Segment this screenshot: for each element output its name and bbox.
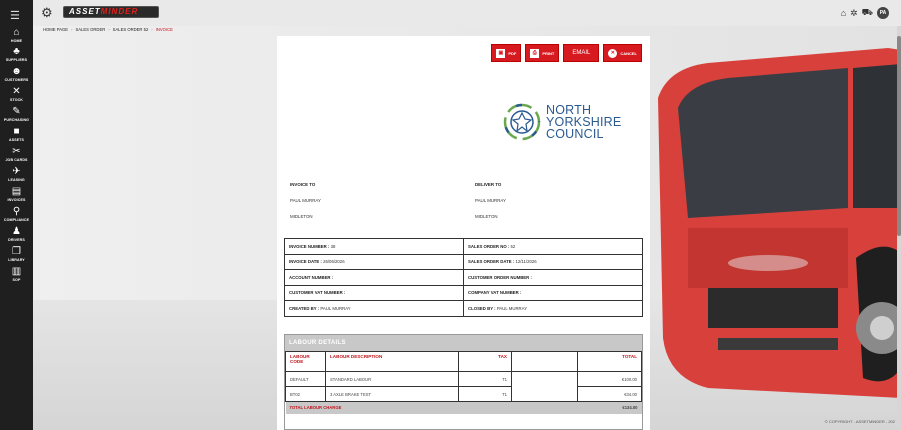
sop-icon: ▥: [11, 266, 22, 277]
sidebar-item-library[interactable]: ❐ LIBRARY: [0, 246, 33, 262]
print-button[interactable]: ⎙ PRINT: [525, 44, 560, 62]
truck-icon[interactable]: ⛟: [862, 7, 873, 19]
sales-order-date-cell: SALES ORDER DATE : 12/11/2026: [463, 253, 643, 270]
sidebar-item-assets[interactable]: ■ ASSETS: [0, 126, 33, 142]
library-icon: ❐: [12, 246, 21, 257]
sidebar-item-stock[interactable]: ✕ STOCK: [0, 86, 33, 102]
account-number-cell: ACCOUNT NUMBER :: [284, 269, 464, 286]
purchasing-icon: ✎: [12, 106, 21, 117]
home-icon: ⌂: [13, 27, 20, 38]
printer-icon: ⎙: [530, 48, 540, 58]
sidebar-item-sop[interactable]: ▥ SOP: [0, 266, 33, 282]
leasing-icon: ✈: [12, 166, 21, 177]
menu-icon[interactable]: ☰: [10, 9, 20, 22]
labour-blank-header: [511, 351, 578, 372]
suppliers-icon: ♣: [13, 46, 20, 57]
customers-icon: ☻: [11, 66, 22, 77]
sidebar-item-home[interactable]: ⌂ HOME: [0, 27, 33, 43]
breadcrumb: HOME PAGE › SALES ORDER › SALES ORDER 52…: [43, 27, 173, 32]
scrollbar-thumb[interactable]: [897, 36, 901, 236]
pdf-icon: ▣: [496, 48, 506, 58]
sidebar-item-suppliers[interactable]: ♣ SUPPLIERS: [0, 46, 33, 62]
cancel-button[interactable]: ✕ CANCEL: [603, 44, 642, 62]
avatar[interactable]: PA: [877, 7, 889, 19]
labour-details-section: LABOUR DETAILS LABOUR CODE LABOUR DESCRI…: [284, 334, 643, 430]
sidebar-item-invoices[interactable]: ▤ INVOICES: [0, 186, 33, 202]
drivers-icon: ♟: [12, 226, 21, 237]
labour-tax-header: TAX: [458, 351, 512, 372]
closed-by-cell: CLOSED BY : PAUL MURRAY: [463, 300, 643, 317]
job-cards-icon: ✂: [12, 146, 21, 157]
council-name: NORTH YORKSHIRE COUNCIL: [546, 103, 622, 141]
stock-icon: ✕: [12, 86, 21, 97]
home-icon[interactable]: ⌂: [841, 8, 846, 18]
created-by-cell: CREATED BY : PAUL MURRAY: [284, 300, 464, 317]
page-scrollbar[interactable]: [897, 26, 901, 430]
deliver-to-block: DELIVER TO PAUL MURRAY MIDLETON: [475, 182, 506, 219]
breadcrumb-sales-order[interactable]: SALES ORDER: [75, 27, 105, 32]
background-bus-image: [658, 48, 901, 398]
app-logo[interactable]: ASSETMINDER: [63, 6, 159, 18]
copyright-text: © COPYRIGHT - ASSETMINDER - 202: [824, 419, 895, 424]
table-row: DEFAULT STANDARD LABOUR T1 €100.00: [285, 371, 642, 387]
sales-order-no-cell: SALES ORDER NO : 52: [463, 238, 643, 255]
email-button[interactable]: EMAIL: [563, 44, 600, 62]
labour-description-header: LABOUR DESCRIPTION: [325, 351, 459, 372]
breadcrumb-separator: ›: [71, 27, 73, 32]
sidebar: ☰ ⌂ HOME ♣ SUPPLIERS ☻ CUSTOMERS ✕ STOCK…: [0, 0, 33, 430]
labour-details-title: LABOUR DETAILS: [285, 335, 642, 351]
breadcrumb-current: INVOICE: [155, 27, 173, 32]
top-header: ⚙ ASSETMINDER ⌂ ✲ ⛟ PA: [33, 0, 901, 26]
invoices-icon: ▤: [11, 186, 22, 197]
company-vat-cell: COMPANY VAT NUMBER :: [463, 284, 643, 301]
customer-order-number-cell: CUSTOMER ORDER NUMBER :: [463, 269, 643, 286]
sidebar-item-job-cards[interactable]: ✂ JOB CARDS: [0, 146, 33, 162]
sidebar-item-purchasing[interactable]: ✎ PURCHASING: [0, 106, 33, 122]
header-actions: ⌂ ✲ ⛟ PA: [841, 7, 889, 19]
breadcrumb-home[interactable]: HOME PAGE: [43, 27, 68, 32]
breadcrumb-sales-order-52[interactable]: SALES ORDER 52: [113, 27, 149, 32]
invoice-to-block: INVOICE TO PAUL MURRAY MIDLETON: [290, 182, 321, 219]
sidebar-item-leasing[interactable]: ✈ LEASING: [0, 166, 33, 182]
sidebar-item-compliance[interactable]: ⚲ COMPLIANCE: [0, 206, 33, 222]
council-emblem-icon: [503, 103, 541, 141]
invoice-date-cell: INVOICE DATE : 26/06/2026: [284, 253, 464, 270]
labour-table: LABOUR CODE LABOUR DESCRIPTION TAX TOTAL…: [285, 351, 642, 414]
labour-code-header: LABOUR CODE: [285, 351, 326, 372]
invoice-panel: ▣ PDF ⎙ PRINT EMAIL ✕ CANCEL NORTH YORKS…: [277, 36, 650, 430]
invoice-number-cell: INVOICE NUMBER : 38: [284, 238, 464, 255]
invoice-actions: ▣ PDF ⎙ PRINT EMAIL ✕ CANCEL: [491, 44, 642, 62]
close-icon: ✕: [608, 48, 618, 58]
sidebar-item-drivers[interactable]: ♟ DRIVERS: [0, 226, 33, 242]
pdf-button[interactable]: ▣ PDF: [491, 44, 522, 62]
council-logo: NORTH YORKSHIRE COUNCIL: [502, 102, 621, 142]
compliance-icon: ⚲: [12, 206, 21, 217]
breadcrumb-separator: ›: [108, 27, 110, 32]
assets-icon: ■: [13, 126, 20, 137]
labour-total-header: TOTAL: [577, 351, 642, 372]
gear-icon[interactable]: ✲: [850, 8, 858, 19]
invoice-info-table: INVOICE NUMBER : 38 SALES ORDER NO : 52 …: [284, 238, 643, 317]
labour-total-row: TOTAL LABOUR CHARGE €134.00: [285, 401, 642, 414]
customer-vat-cell: CUSTOMER VAT NUMBER :: [284, 284, 464, 301]
breadcrumb-separator: ›: [151, 27, 153, 32]
sidebar-item-customers[interactable]: ☻ CUSTOMERS: [0, 66, 33, 82]
table-row: BT02 3 AXLE BRAKE TEST T1 €34.00: [285, 386, 642, 402]
logo-icon: ⚙: [41, 5, 53, 20]
